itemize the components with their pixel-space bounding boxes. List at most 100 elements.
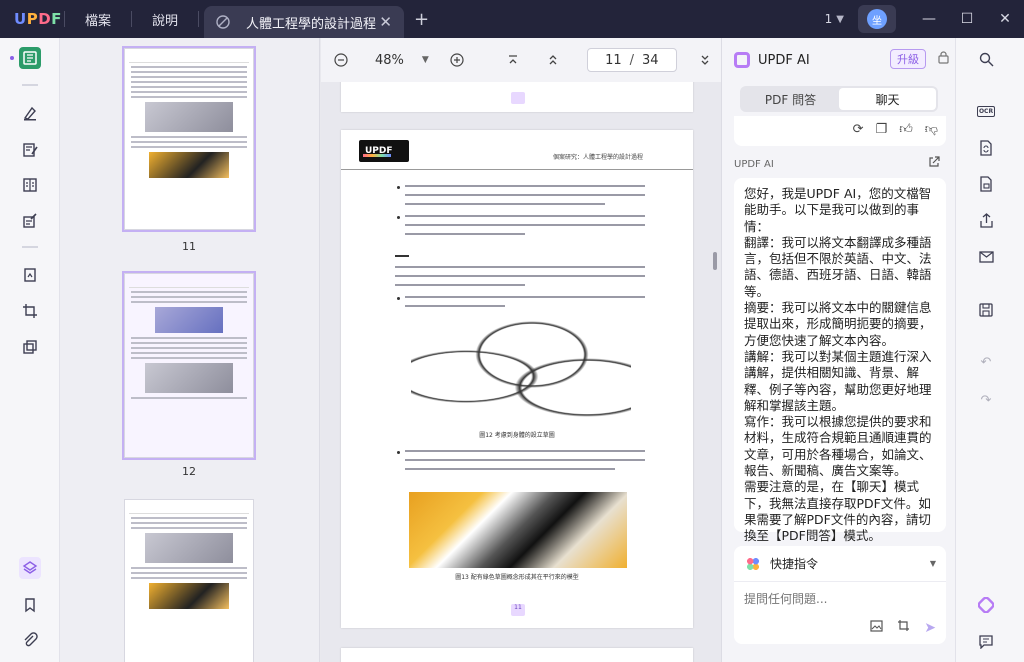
zoom-level[interactable]: 48% xyxy=(375,53,404,68)
quick-commands-icon xyxy=(746,556,760,571)
message-paragraph: 需要注意的是，在【聊天】模式下，我無法直接存取PDF文件。如果需要了解PDF文件… xyxy=(744,479,931,544)
chevron-down-icon[interactable]: ▼ xyxy=(422,55,429,65)
undo-icon[interactable]: ↶ xyxy=(976,352,996,372)
menu-help[interactable]: 說明 xyxy=(136,10,194,29)
left-tool-rail xyxy=(0,38,60,662)
tab-title: 人體工程學的設計過程 xyxy=(246,16,377,32)
thumbnail-label: 12 xyxy=(182,465,196,478)
current-page: 11 xyxy=(605,52,622,68)
thumbs-up-icon[interactable]: 👍︎ xyxy=(899,122,913,137)
message-paragraph: 講解：我可以對某個主題進行深入講解，提供相關知識、背景、解釋、例子等內容，幫助您… xyxy=(744,348,932,413)
form-icon[interactable] xyxy=(19,210,41,232)
crop-icon[interactable] xyxy=(19,300,41,322)
convert-icon[interactable] xyxy=(19,264,41,286)
rail-divider xyxy=(22,84,38,86)
screenshot-crop-icon[interactable] xyxy=(897,619,910,636)
message-paragraph: 寫作：我可以根據您提供的要求和材料，生成符合規範且通順連貫的文章，可用於各種場合… xyxy=(744,414,932,479)
page-header: UPDF 個案研究：人體工程學的設計過程 xyxy=(341,130,693,170)
page-number-input[interactable]: 11 / 34 xyxy=(586,48,677,72)
pdf-page-current: UPDF 個案研究：人體工程學的設計過程 圖12 考慮到身體的設立草圖 圖13 … xyxy=(341,130,693,628)
document-toolbar: 48% ▼ 11 / 34 xyxy=(321,38,721,82)
message-paragraph: 您好，我是UPDF AI，您的文檔智能助手。以下是我可以做到的事情： xyxy=(744,186,932,234)
copy-icon[interactable]: ❐ xyxy=(876,122,888,137)
scrollbar-thumb[interactable] xyxy=(713,252,717,270)
document-count[interactable]: 1 xyxy=(825,12,833,26)
reader-mode-icon[interactable] xyxy=(19,47,41,69)
ai-mode-switch: PDF 問答 聊天 xyxy=(740,86,938,112)
thumbnail-page-13[interactable] xyxy=(124,499,254,662)
next-page-icon[interactable] xyxy=(693,48,717,72)
window-controls: 1 ▼ 坐 — ☐ ✕ xyxy=(825,0,1024,38)
convert-file-icon[interactable] xyxy=(976,138,996,158)
zoom-out-icon[interactable] xyxy=(329,48,353,72)
updf-logo: UPDF xyxy=(14,10,62,28)
pdf-page-next xyxy=(341,648,693,662)
thumbs-down-icon[interactable]: 👎︎ xyxy=(925,122,938,137)
figure-caption: 圖12 考慮到身體的設立草圖 xyxy=(479,432,555,439)
layers-icon[interactable] xyxy=(19,557,41,579)
comment-highlight-icon[interactable] xyxy=(19,102,41,124)
right-tool-rail: OCR ↶ ↷ xyxy=(955,38,1024,662)
ai-title: UPDF AI xyxy=(758,52,810,68)
share-icon[interactable] xyxy=(976,210,996,230)
previous-message-card: ⟳ ❐ 👍︎ 👎︎ xyxy=(734,116,946,146)
attachment-icon[interactable] xyxy=(19,629,41,651)
updf-ai-logo-icon xyxy=(734,52,750,68)
lock-icon[interactable] xyxy=(938,51,949,67)
new-tab-plus-icon[interactable]: + xyxy=(414,9,429,30)
account-button[interactable]: 坐 xyxy=(858,5,896,33)
thumbnail-page-11[interactable] xyxy=(122,46,256,232)
image-upload-icon[interactable] xyxy=(870,619,883,636)
quick-commands-label: 快捷指令 xyxy=(770,557,819,571)
menu-separator xyxy=(131,11,133,27)
first-page-icon[interactable] xyxy=(501,48,525,72)
message-paragraph: 翻譯：我可以將文本翻譯成多種語言，包括但不限於英語、中文、法語、德語、西班牙語、… xyxy=(744,234,932,299)
bookmark-icon[interactable] xyxy=(19,594,41,616)
updf-logo-mini: UPDF xyxy=(359,140,409,162)
protect-icon[interactable] xyxy=(976,174,996,194)
ai-assistant-panel: UPDF AI 升級 PDF 問答 聊天 ⟳ ❐ 👍︎ 👎︎ UPDF AI 您… xyxy=(721,38,955,662)
document-viewer[interactable]: UPDF 個案研究：人體工程學的設計過程 圖12 考慮到身體的設立草圖 圖13 … xyxy=(321,82,721,662)
updf-ai-icon[interactable] xyxy=(976,595,996,615)
minimize-icon[interactable]: — xyxy=(910,11,948,27)
thumbnail-label: 11 xyxy=(182,240,196,253)
zoom-in-icon[interactable] xyxy=(445,48,469,72)
previous-page-icon[interactable] xyxy=(541,48,565,72)
tab-chat[interactable]: 聊天 xyxy=(839,88,936,110)
chevron-down-icon[interactable]: ▼ xyxy=(836,14,844,25)
email-icon[interactable] xyxy=(976,247,996,267)
maximize-icon[interactable]: ☐ xyxy=(948,11,986,27)
organize-pages-icon[interactable] xyxy=(19,174,41,196)
ocr-icon[interactable]: OCR xyxy=(976,101,996,121)
quick-commands-dropdown[interactable]: 快捷指令 ▼ xyxy=(734,546,946,582)
ask-input[interactable] xyxy=(744,592,934,606)
send-icon[interactable]: ➤ xyxy=(924,620,936,636)
thumbnail-panel: 11 12 xyxy=(60,38,320,662)
prompt-box: 快捷指令 ▼ ➤ xyxy=(734,546,946,644)
input-actions: ➤ xyxy=(870,619,936,636)
regenerate-icon[interactable]: ⟳ xyxy=(853,122,864,137)
tab-pdf-qa[interactable]: PDF 問答 xyxy=(742,88,839,110)
menu-separator xyxy=(64,11,65,27)
close-window-icon[interactable]: ✕ xyxy=(986,11,1024,27)
document-tab[interactable]: 人體工程學的設計過程 ✕ xyxy=(204,6,404,38)
edit-pdf-icon[interactable] xyxy=(19,139,41,161)
search-icon[interactable] xyxy=(976,49,996,69)
thumbnail-page-12[interactable] xyxy=(122,271,256,460)
upgrade-button[interactable]: 升級 xyxy=(890,49,926,69)
export-icon[interactable] xyxy=(928,156,940,172)
redo-icon[interactable]: ↷ xyxy=(976,390,996,410)
message-actions: ⟳ ❐ 👍︎ 👎︎ xyxy=(853,122,938,137)
close-icon[interactable]: ✕ xyxy=(379,13,392,31)
menu-file[interactable]: 檔案 xyxy=(69,10,127,29)
chat-comment-icon[interactable] xyxy=(976,632,996,652)
message-paragraph: 摘要：我可以將文本中的關鍵信息提取出來，形成簡明扼要的摘要，方便您快速了解文本內… xyxy=(744,300,932,348)
ai-message: 您好，我是UPDF AI，您的文檔智能助手。以下是我可以做到的事情： 翻譯：我可… xyxy=(734,178,946,543)
indicator-dot xyxy=(10,56,14,60)
figure-model-photo xyxy=(409,492,627,568)
page-number-badge: 11 xyxy=(511,604,525,616)
page-tools-icon[interactable] xyxy=(19,336,41,358)
tab-document-icon xyxy=(214,13,232,31)
save-icon[interactable] xyxy=(976,300,996,320)
chevron-down-icon: ▼ xyxy=(929,559,936,568)
